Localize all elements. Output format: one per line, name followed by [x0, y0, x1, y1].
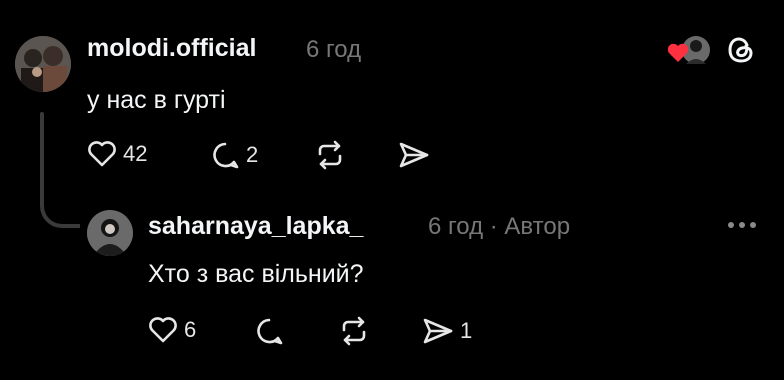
threads-logo-icon[interactable] [725, 34, 757, 66]
repost-button[interactable] [314, 140, 346, 170]
reply-meta: 6 год · Автор [428, 213, 571, 240]
like-button[interactable]: 6 [148, 316, 196, 344]
comment-icon [213, 142, 239, 169]
post-time: 6 год [306, 36, 362, 63]
reply-count: 2 [246, 142, 259, 167]
reply-button[interactable] [254, 316, 284, 346]
share-count: 1 [460, 318, 473, 343]
reply-button[interactable]: 2 [210, 140, 258, 170]
reply-username[interactable]: saharnaya_lapka_ [148, 212, 363, 241]
heart-icon [149, 317, 177, 343]
heart-icon [88, 141, 116, 167]
repost-button[interactable] [338, 316, 370, 346]
thread-connector [40, 190, 80, 228]
like-count: 6 [184, 317, 197, 342]
share-button[interactable] [398, 140, 430, 170]
avatar[interactable] [15, 36, 71, 92]
repost-icon [342, 316, 366, 346]
liked-by-author-icon [666, 34, 712, 66]
comment-icon [257, 318, 283, 345]
post-username[interactable]: molodi.official [87, 34, 256, 63]
more-icon [728, 222, 756, 228]
post-text: у нас в гурті [87, 86, 226, 114]
reply-text: Хто з вас вільний? [148, 260, 364, 288]
avatar-image [87, 210, 133, 256]
like-button[interactable]: 42 [87, 140, 147, 168]
reply-avatar[interactable] [87, 210, 133, 256]
share-button[interactable]: 1 [422, 316, 472, 346]
repost-icon [318, 140, 342, 170]
more-button[interactable] [724, 212, 760, 238]
like-count: 42 [123, 141, 148, 166]
share-icon [399, 142, 429, 168]
share-icon [423, 318, 453, 344]
avatar-image [15, 36, 71, 92]
